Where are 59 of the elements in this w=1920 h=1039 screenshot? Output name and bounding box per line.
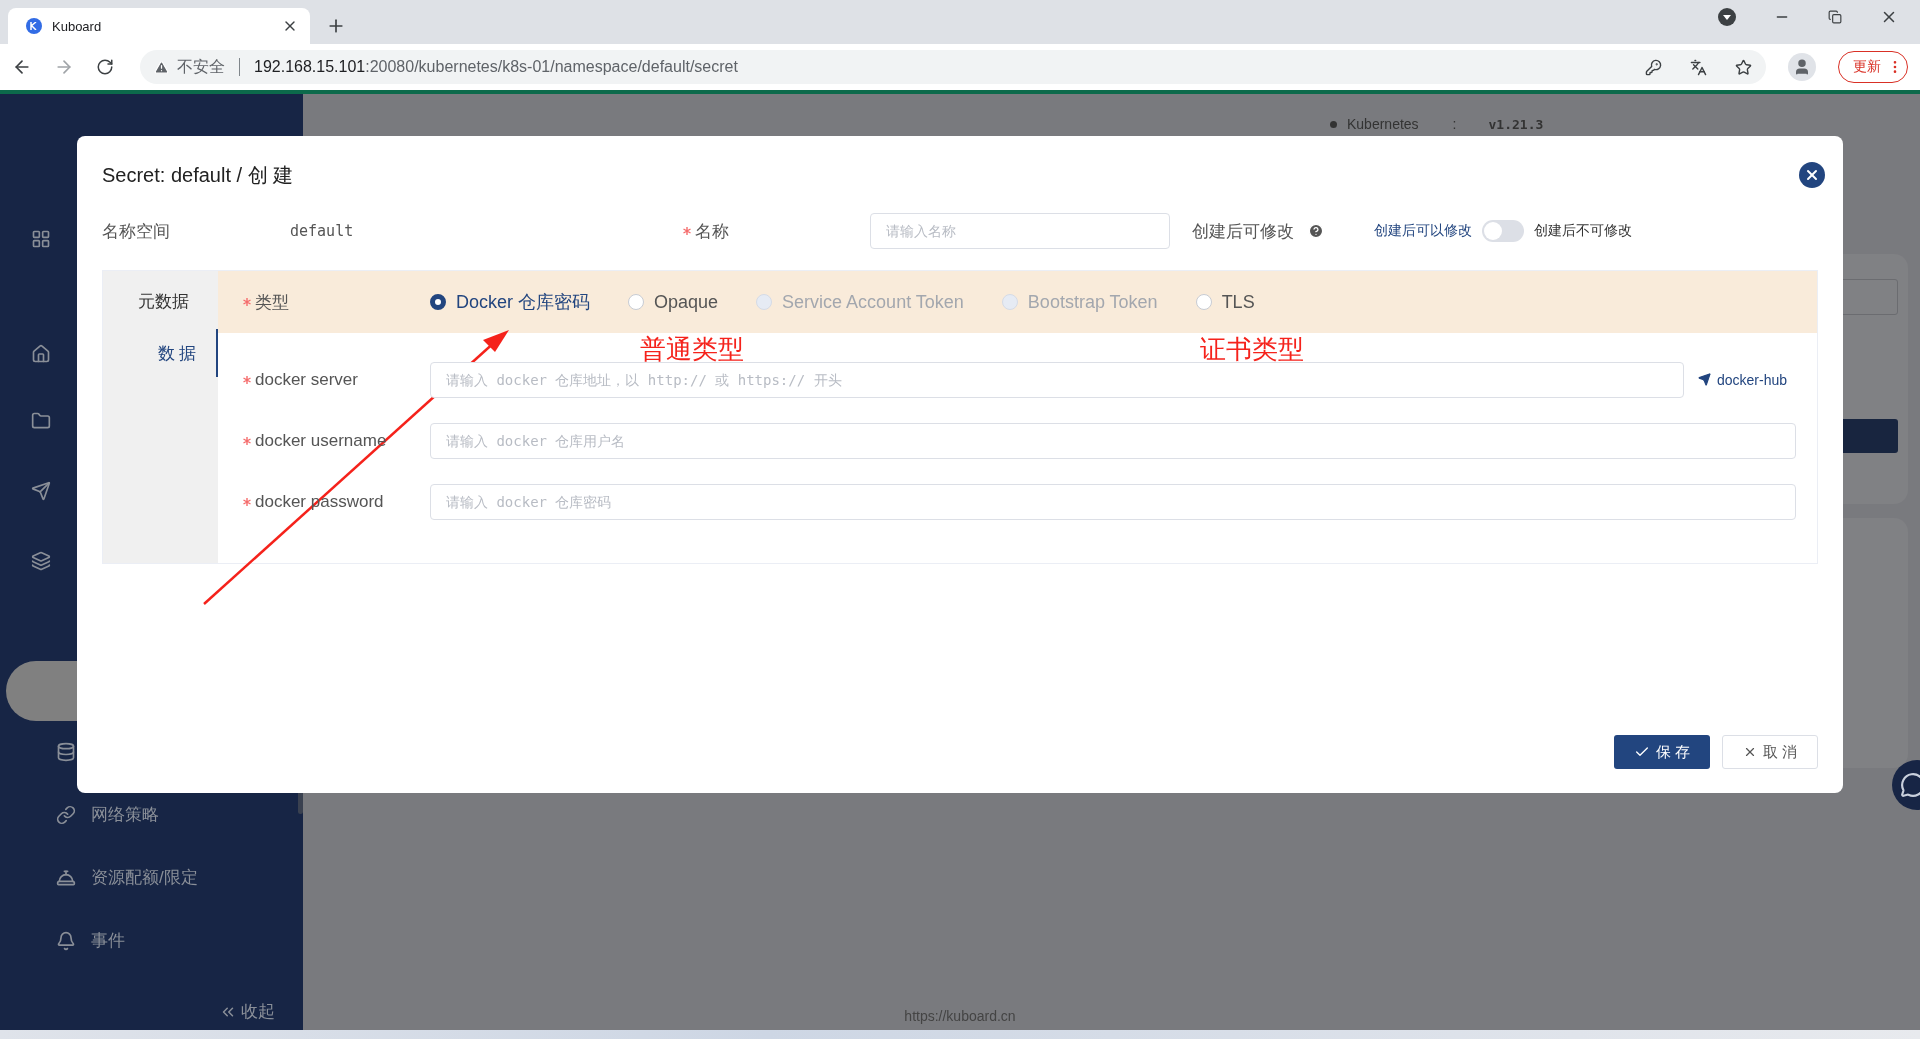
docker-hub-link[interactable]: docker-hub xyxy=(1698,371,1796,388)
home-icon[interactable] xyxy=(31,344,51,364)
collapse-button[interactable]: 收起 xyxy=(213,999,281,1024)
kuboard-logo-icon xyxy=(26,18,42,34)
url-text: 192.168.15.101:20080/kubernetes/k8s-01/namespace/default/secret xyxy=(254,58,739,76)
version-text: v1.21.3 xyxy=(1488,116,1544,132)
address-bar[interactable]: 不安全 192.168.15.101:20080/kubernetes/k8s-01/namespace/default/secret xyxy=(140,50,1766,84)
send-icon[interactable] xyxy=(31,481,51,501)
link-icon xyxy=(56,804,76,825)
toggle-on-label: 创建后不可修改 xyxy=(1534,222,1632,240)
text-input[interactable]: 请输入 docker 仓库密码 xyxy=(430,483,1796,520)
annotation-text: 普通类型 xyxy=(640,336,744,362)
radio-option[interactable]: Opaque xyxy=(628,291,719,313)
dialog-title: Secret: default / 创 建 xyxy=(102,162,294,188)
security-label: 不安全 xyxy=(177,56,225,77)
restore-icon[interactable] xyxy=(1828,10,1842,24)
annotation-text: 证书类型 xyxy=(1200,336,1304,362)
text-input[interactable]: 请输入 docker 仓库地址，以 http:// 或 https:// 开头 xyxy=(430,361,1684,398)
profile-icon[interactable] xyxy=(1788,53,1816,81)
send-icon xyxy=(1698,373,1711,386)
toggle-switch[interactable] xyxy=(1482,220,1524,242)
warning-icon xyxy=(154,59,169,75)
close-icon xyxy=(1804,167,1820,183)
name-input[interactable]: 请输入名称 xyxy=(870,213,1170,249)
update-button[interactable]: 更新 xyxy=(1838,51,1908,83)
cluster-label: Kubernetes xyxy=(1347,116,1419,132)
radio-option[interactable]: Docker 仓库密码 xyxy=(430,290,590,314)
radio-option[interactable]: TLS xyxy=(1195,291,1255,313)
cancel-button[interactable]: 取 消 xyxy=(1722,735,1818,769)
sidebar-item[interactable]: 事件 xyxy=(91,929,125,952)
key-icon[interactable] xyxy=(1645,58,1662,76)
field-label: docker username xyxy=(255,430,387,451)
dropdown-icon[interactable] xyxy=(1718,8,1736,26)
status-dot xyxy=(1330,120,1337,128)
layers-icon[interactable] xyxy=(31,551,51,571)
browser-tab[interactable]: Kuboard xyxy=(8,8,310,44)
editable-label: 创建后可修改 xyxy=(1192,220,1294,243)
grid-icon[interactable] xyxy=(31,229,51,249)
side-tab[interactable]: 元数据 xyxy=(138,279,218,323)
sidebar-item[interactable]: 资源配额/限定 xyxy=(91,866,198,889)
name-label: 名称 xyxy=(695,220,729,243)
tab-title: Kuboard xyxy=(52,18,103,34)
sidebar-item[interactable]: 网络策略 xyxy=(91,803,159,826)
reload-icon[interactable] xyxy=(96,58,114,76)
field-label: docker server xyxy=(255,369,358,390)
close-button[interactable] xyxy=(1799,162,1825,188)
bell-icon xyxy=(56,930,76,951)
database-icon[interactable] xyxy=(56,742,76,762)
toggle-off-label: 创建后可以修改 xyxy=(1374,222,1472,240)
help-icon[interactable] xyxy=(1308,223,1324,239)
translate-icon[interactable] xyxy=(1690,58,1707,76)
folder-icon[interactable] xyxy=(31,411,51,431)
star-icon[interactable] xyxy=(1735,58,1752,76)
separator-text: : xyxy=(1452,116,1457,132)
save-button[interactable]: 保 存 xyxy=(1614,735,1710,769)
type-label: 类型 xyxy=(255,291,289,314)
namespace-value: default xyxy=(290,222,355,240)
text-input[interactable]: 请输入 docker 仓库用户名 xyxy=(430,422,1796,459)
namespace-label: 名称空间 xyxy=(102,220,171,243)
